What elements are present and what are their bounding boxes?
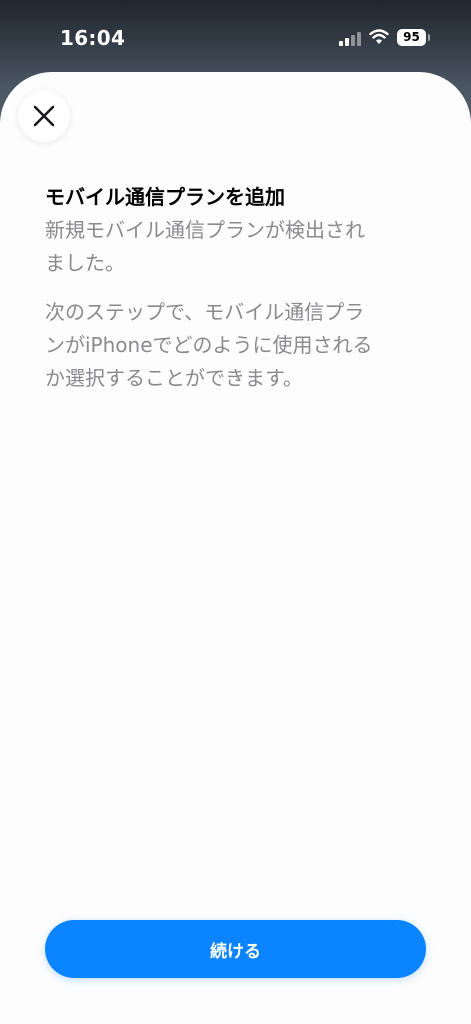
battery-icon: 95 (397, 29, 426, 46)
description-line: か選択することができます。 (45, 366, 303, 390)
next-step-description: 次のステップで、モバイル通信プラ ンがiPhoneでどのように使用される か選択… (45, 296, 435, 395)
battery-tip (428, 34, 430, 41)
continue-button-label: 続ける (210, 941, 261, 962)
wifi-icon (369, 28, 389, 46)
status-time: 16:04 (60, 26, 126, 50)
description-line: 次のステップで、モバイル通信プラ (45, 300, 365, 324)
detected-message-line: ました。 (45, 251, 125, 275)
close-icon (33, 105, 55, 127)
close-button[interactable] (18, 90, 70, 142)
continue-button[interactable]: 続ける (45, 920, 426, 978)
page-title: モバイル通信プランを追加 (45, 185, 285, 209)
status-bar: 16:04 95 (0, 0, 471, 76)
detected-message: 新規モバイル通信プランが検出され ました。 (45, 214, 425, 280)
cellular-signal-icon (339, 30, 363, 46)
description-line: ンがiPhoneでどのように使用される (45, 333, 373, 357)
detected-message-line: 新規モバイル通信プランが検出され (45, 218, 365, 242)
